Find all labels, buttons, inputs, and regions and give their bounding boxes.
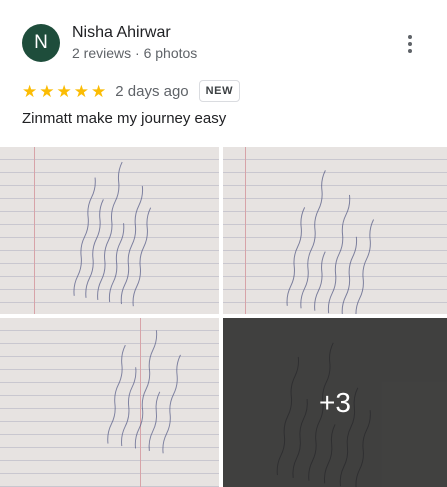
star-icon: ★ bbox=[56, 81, 72, 101]
review-photo-3[interactable] bbox=[0, 318, 219, 487]
review-photo-2[interactable] bbox=[223, 147, 447, 314]
new-badge: NEW bbox=[198, 80, 241, 102]
reviewer-stats: 2 reviews · 6 photos bbox=[72, 45, 198, 61]
reviewer-name[interactable]: Nisha Ahirwar bbox=[72, 24, 171, 42]
more-vert-icon[interactable] bbox=[398, 32, 422, 56]
rating-row: ★ ★ ★ ★ ★ 2 days ago NEW bbox=[22, 79, 241, 103]
avatar[interactable]: N bbox=[22, 24, 60, 62]
review-text: Zinmatt make my journey easy bbox=[22, 110, 227, 127]
review-photo-more[interactable]: +3 bbox=[223, 318, 447, 487]
handwriting-scribbles bbox=[286, 170, 375, 314]
star-icon: ★ bbox=[39, 81, 55, 101]
star-icon: ★ bbox=[91, 81, 107, 101]
review-photo-1[interactable] bbox=[0, 147, 219, 314]
star-icon: ★ bbox=[22, 81, 38, 101]
review-header: N Nisha Ahirwar 2 reviews · 6 photos bbox=[0, 0, 447, 78]
star-icon: ★ bbox=[73, 81, 89, 101]
review-time: 2 days ago bbox=[115, 82, 189, 100]
star-rating: ★ ★ ★ ★ ★ bbox=[22, 83, 106, 100]
more-photos-count[interactable]: +3 bbox=[223, 318, 447, 487]
handwriting-scribbles bbox=[73, 161, 152, 307]
handwriting-scribbles bbox=[107, 330, 181, 454]
